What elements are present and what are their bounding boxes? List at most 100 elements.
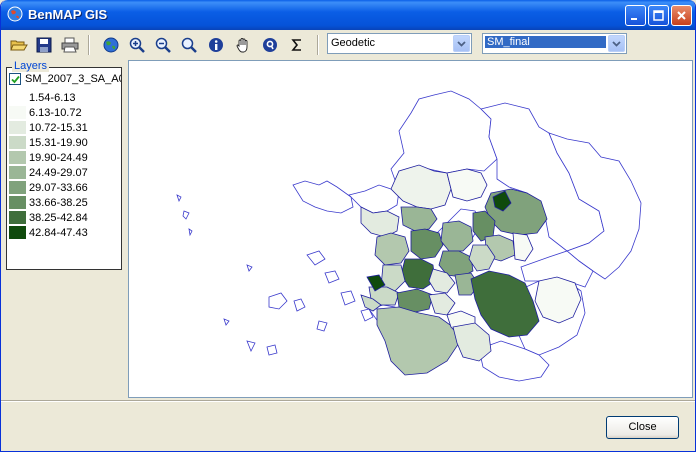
toolbar-separator xyxy=(88,35,90,55)
map-region xyxy=(400,258,436,290)
map-region xyxy=(374,232,410,266)
app-globe-icon xyxy=(7,6,23,22)
map-view[interactable] xyxy=(128,60,693,398)
save-button[interactable] xyxy=(33,34,55,56)
map-region xyxy=(512,232,534,262)
legend-swatch xyxy=(9,226,26,239)
map-region xyxy=(452,322,492,362)
legend-label: 10.72-15.31 xyxy=(29,122,88,134)
projection-dropdown-button[interactable] xyxy=(453,35,470,52)
zoom-full-button[interactable] xyxy=(178,34,200,56)
layer-row[interactable]: SM_2007_3_SA_A0 xyxy=(9,72,121,86)
close-button[interactable]: Close xyxy=(606,416,679,439)
map-island xyxy=(306,250,326,266)
legend-swatch xyxy=(9,151,26,164)
layers-panel: SM_2007_3_SA_A0 1.54-6.13 6.13-10.72 10.72… xyxy=(6,60,124,270)
legend-label: 19.90-24.49 xyxy=(29,152,88,164)
map-island xyxy=(266,344,278,356)
layer-dropdown-button[interactable] xyxy=(608,35,625,52)
legend-swatch xyxy=(9,136,26,149)
layer-select[interactable]: SM_final xyxy=(482,33,627,54)
layers-list: SM_2007_3_SA_A0 1.54-6.13 6.13-10.72 10.72… xyxy=(6,67,122,270)
globe-icon xyxy=(103,37,119,53)
maximize-button[interactable] xyxy=(648,5,669,26)
legend-swatch xyxy=(9,181,26,194)
minimize-button[interactable] xyxy=(625,5,646,26)
legend-swatch xyxy=(9,196,26,209)
legend-item: 10.72-15.31 xyxy=(9,121,121,135)
map-island xyxy=(176,194,182,203)
globe-button[interactable] xyxy=(100,34,122,56)
zoom-in-button[interactable] xyxy=(126,34,148,56)
pan-hand-icon xyxy=(236,38,248,53)
map-region xyxy=(400,206,438,232)
legend-item: 1.54-6.13 xyxy=(9,91,121,105)
footer-divider xyxy=(1,400,695,402)
map-island xyxy=(182,210,190,220)
info-icon xyxy=(209,38,223,52)
toolbar-separator xyxy=(317,35,319,55)
minimize-icon xyxy=(631,18,637,20)
legend-item: 42.84-47.43 xyxy=(9,226,121,240)
legend-item: 33.66-38.25 xyxy=(9,196,121,210)
chevron-down-icon xyxy=(612,41,621,47)
print-button[interactable] xyxy=(59,34,81,56)
open-folder-icon xyxy=(10,40,28,51)
maximize-icon xyxy=(653,10,664,21)
map-canvas[interactable] xyxy=(129,61,692,397)
map-region xyxy=(410,228,444,260)
map-island xyxy=(324,270,340,284)
map-region xyxy=(292,180,354,214)
legend-label: 15.31-19.90 xyxy=(29,137,88,149)
projection-select[interactable]: Geodetic xyxy=(327,33,472,54)
zoom-out-button[interactable] xyxy=(152,34,174,56)
map-island xyxy=(268,292,288,310)
save-icon xyxy=(36,37,52,53)
legend-item: 29.07-33.66 xyxy=(9,181,121,195)
legend-label: 6.13-10.72 xyxy=(29,107,82,119)
legend-label: 42.84-47.43 xyxy=(29,227,88,239)
sum-button[interactable] xyxy=(286,34,308,56)
layer-name: SM_2007_3_SA_A0 xyxy=(25,73,121,85)
checkmark-icon xyxy=(11,75,20,84)
open-button[interactable] xyxy=(8,34,30,56)
pan-button[interactable] xyxy=(232,34,254,56)
map-region xyxy=(376,306,460,376)
map-island xyxy=(246,340,256,352)
toolbar: Geodetic SM_final xyxy=(4,31,694,59)
benmap-gis-window: BenMAP GIS Geodetic SM_final SM_2007_3_S… xyxy=(0,0,696,452)
close-window-button[interactable] xyxy=(671,5,692,26)
zoom-in-icon xyxy=(129,37,145,53)
query-icon xyxy=(263,38,277,52)
chevron-down-icon xyxy=(457,41,466,47)
legend-swatch xyxy=(9,166,26,179)
legend-label: 38.25-42.84 xyxy=(29,212,88,224)
projection-select-value: Geodetic xyxy=(331,37,376,49)
map-island xyxy=(188,228,193,237)
title-bar[interactable]: BenMAP GIS xyxy=(1,0,695,30)
query-button[interactable] xyxy=(259,34,281,56)
zoom-out-icon xyxy=(155,37,171,53)
layer-visibility-checkbox[interactable] xyxy=(9,73,21,85)
legend-label: 33.66-38.25 xyxy=(29,197,88,209)
map-island xyxy=(340,290,356,306)
legend-item: 38.25-42.84 xyxy=(9,211,121,225)
sum-icon xyxy=(291,39,301,51)
map-island xyxy=(293,298,306,312)
map-region xyxy=(428,292,456,316)
legend-label: 1.54-6.13 xyxy=(29,92,76,104)
close-icon xyxy=(677,11,686,20)
zoom-full-icon xyxy=(181,37,197,53)
print-icon xyxy=(61,37,79,53)
window-title: BenMAP GIS xyxy=(28,7,108,22)
legend-item: 6.13-10.72 xyxy=(9,106,121,120)
map-region xyxy=(446,168,488,202)
legend-swatch xyxy=(9,211,26,224)
legend-swatch xyxy=(9,91,26,104)
legend-item: 19.90-24.49 xyxy=(9,151,121,165)
map-island xyxy=(316,320,328,332)
info-button[interactable] xyxy=(205,34,227,56)
legend-label: 29.07-33.66 xyxy=(29,182,88,194)
map-island xyxy=(223,318,230,326)
legend-item: 24.49-29.07 xyxy=(9,166,121,180)
